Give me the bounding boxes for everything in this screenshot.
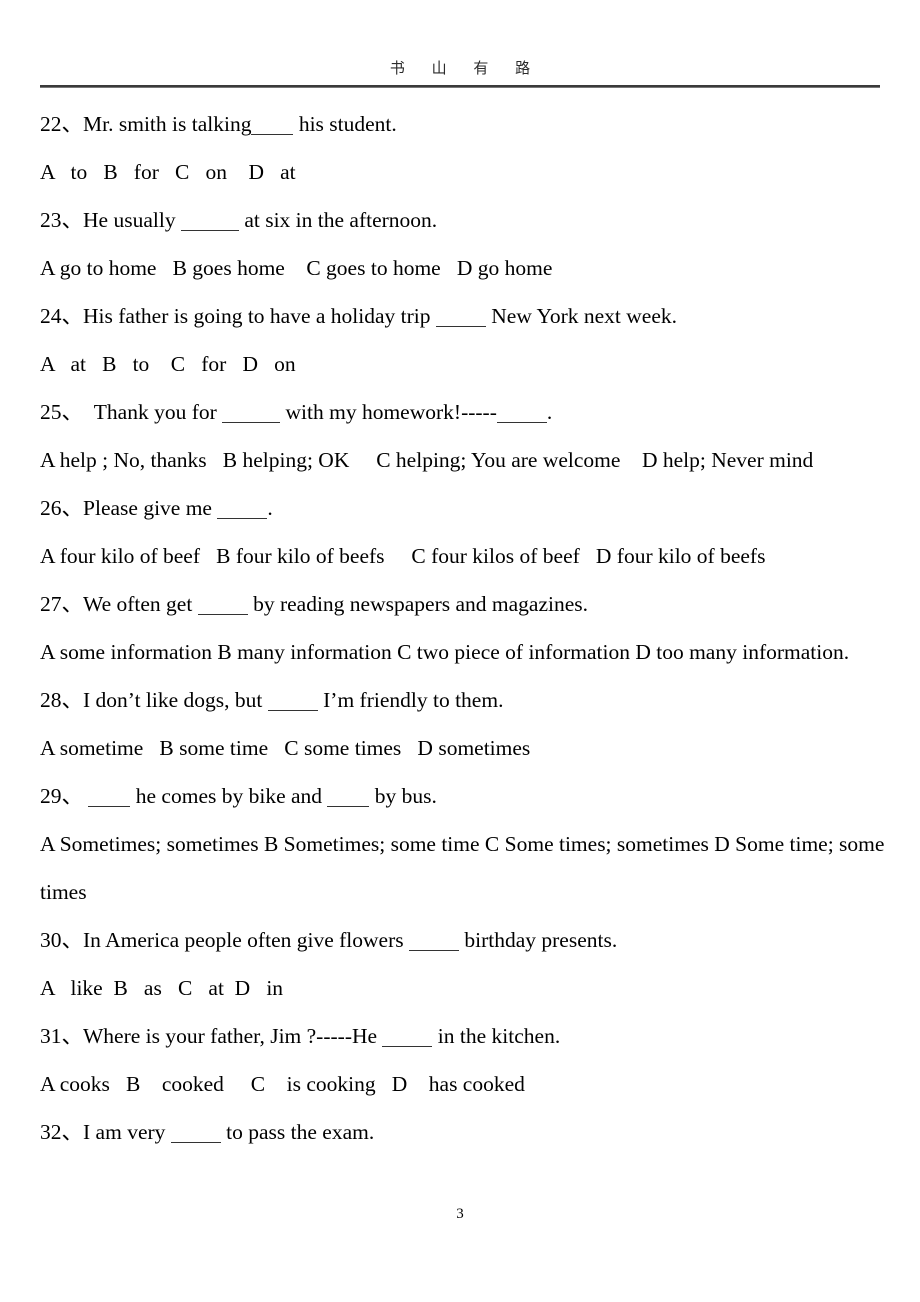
question-text-25-before: Thank you for <box>83 400 223 424</box>
answer-blank-32[interactable] <box>170 1121 221 1143</box>
question-stem-31: 31、Where is your father, Jim ?-----He in… <box>40 1012 888 1060</box>
question-options-24[interactable]: A at B to C for D on <box>40 340 888 388</box>
question-text-26-after: . <box>267 496 273 520</box>
question-text-28-after: I’m friendly to them. <box>317 688 504 712</box>
question-text-28-before: I don’t like dogs, but <box>83 688 268 712</box>
question-stem-28: 28、I don’t like dogs, but I’m friendly t… <box>40 676 888 724</box>
question-number-27: 27、 <box>40 592 84 616</box>
question-options-23[interactable]: A go to home B goes home C goes to home … <box>40 244 888 292</box>
question-text-27-before: We often get <box>83 592 198 616</box>
question-stem-26: 26、Please give me . <box>40 484 888 532</box>
question-text-32-after: to pass the exam. <box>220 1120 375 1144</box>
question-stem-27: 27、We often get by reading newspapers an… <box>40 580 888 628</box>
answer-blank-30[interactable] <box>408 929 459 951</box>
question-text-26-before: Please give me <box>83 496 218 520</box>
question-stem-32: 32、I am very to pass the exam. <box>40 1108 888 1156</box>
question-text-31-after: in the kitchen. <box>432 1024 561 1048</box>
question-number-25: 25、 <box>40 400 84 424</box>
question-text-22-before: Mr. smith is talking <box>83 112 252 136</box>
question-number-32: 32、 <box>40 1120 84 1144</box>
question-text-25-after: . <box>546 400 553 424</box>
question-options-26[interactable]: A four kilo of beef B four kilo of beefs… <box>40 532 888 580</box>
answer-blank-29-second[interactable] <box>327 785 370 807</box>
question-stem-23: 23、He usually at six in the afternoon. <box>40 196 888 244</box>
question-stem-29: 29、 he comes by bike and by bus. <box>40 772 888 820</box>
question-text-25-mid: with my homework!----- <box>280 400 497 424</box>
question-stem-25: 25、 Thank you for with my homework!-----… <box>40 388 888 436</box>
question-options-27[interactable]: A some information B many information C … <box>40 628 888 676</box>
question-text-23-before: He usually <box>83 208 181 232</box>
question-text-30-before: In America people often give flowers <box>83 928 409 952</box>
question-text-29-mid: he comes by bike and <box>130 784 328 808</box>
answer-blank-24[interactable] <box>435 305 486 327</box>
exam-page: 书 山 有 路 22、Mr. smith is talking his stud… <box>0 0 920 1302</box>
question-list: 22、Mr. smith is talking his student. A t… <box>40 100 888 1156</box>
question-stem-24: 24、His father is going to have a holiday… <box>40 292 888 340</box>
question-number-26: 26、 <box>40 496 84 520</box>
question-text-27-after: by reading newspapers and magazines. <box>247 592 588 616</box>
page-footer: 3 <box>0 1205 920 1223</box>
question-number-30: 30、 <box>40 928 84 952</box>
answer-blank-23[interactable] <box>180 209 239 231</box>
question-text-29-after: by bus. <box>369 784 437 808</box>
page-header: 书 山 有 路 <box>40 58 880 88</box>
question-number-24: 24、 <box>40 304 84 328</box>
question-options-22[interactable]: A to B for C on D at <box>40 148 888 196</box>
answer-blank-29-first[interactable] <box>88 785 131 807</box>
question-text-24-before: His father is going to have a holiday tr… <box>83 304 436 328</box>
header-divider <box>40 85 880 88</box>
question-text-24-after: New York next week. <box>485 304 677 328</box>
question-number-31: 31、 <box>40 1024 84 1048</box>
question-stem-22: 22、Mr. smith is talking his student. <box>40 100 888 148</box>
question-text-22-after: his student. <box>293 112 397 136</box>
question-text-32-before: I am very <box>83 1120 171 1144</box>
answer-blank-28[interactable] <box>267 689 318 711</box>
answer-blank-31[interactable] <box>382 1025 433 1047</box>
question-options-30[interactable]: A like B as C at D in <box>40 964 888 1012</box>
question-number-28: 28、 <box>40 688 84 712</box>
question-text-31-before: Where is your father, Jim ?-----He <box>83 1024 383 1048</box>
answer-blank-22[interactable] <box>251 113 294 135</box>
question-number-22: 22、 <box>40 112 84 136</box>
question-text-23-after: at six in the afternoon. <box>238 208 438 232</box>
answer-blank-25-first[interactable] <box>222 401 281 423</box>
question-number-23: 23、 <box>40 208 84 232</box>
answer-blank-26[interactable] <box>217 497 268 519</box>
question-number-29: 29、 <box>40 784 84 808</box>
question-options-28[interactable]: A sometime B some time C some times D so… <box>40 724 888 772</box>
question-stem-30: 30、In America people often give flowers … <box>40 916 888 964</box>
answer-blank-25-second[interactable] <box>496 401 547 423</box>
header-title: 书 山 有 路 <box>389 59 542 77</box>
answer-blank-27[interactable] <box>197 593 248 615</box>
question-options-31[interactable]: A cooks B cooked C is cooking D has cook… <box>40 1060 888 1108</box>
question-text-30-after: birthday presents. <box>458 928 618 952</box>
question-options-25[interactable]: A help ; No, thanks B helping; OK C help… <box>40 436 888 484</box>
question-options-29[interactable]: A Sometimes; sometimes B Sometimes; some… <box>40 820 888 916</box>
page-number: 3 <box>456 1206 464 1222</box>
